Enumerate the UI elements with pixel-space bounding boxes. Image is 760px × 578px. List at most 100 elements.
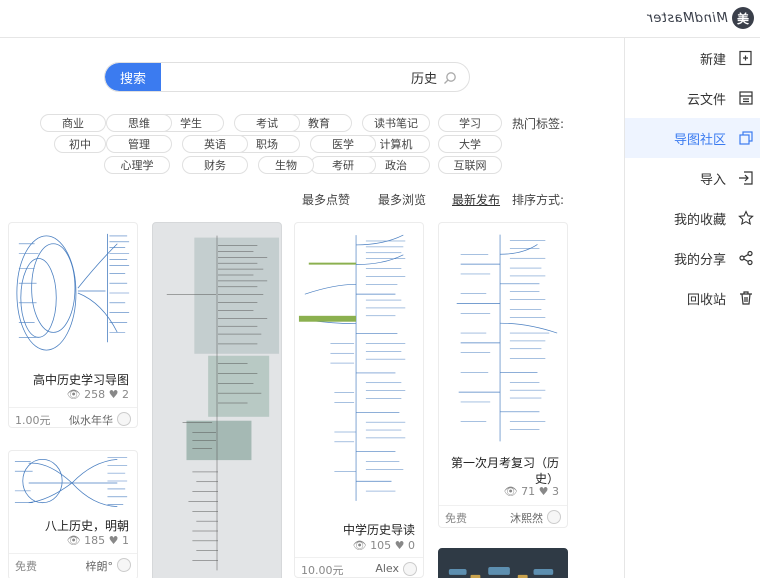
sort-newest[interactable]: 最新发布 — [452, 191, 500, 208]
tag-item[interactable]: 初中 — [54, 135, 106, 153]
brand-name: MindMaster — [647, 10, 728, 26]
views-icon: 👁 — [66, 388, 81, 401]
mindmap-card[interactable]: 高中历史学习导图 👁 258 ♥ 2 似水年华 1.00元 — [8, 222, 138, 428]
sidebar-item-trash[interactable]: 回收站 — [625, 278, 760, 318]
mindmap-card[interactable]: 八上历史，明朝 👁 185 ♥ 1 梓朗° 免费 — [8, 450, 138, 578]
view-count: 258 — [84, 388, 106, 401]
mindmap-card[interactable] — [152, 222, 282, 578]
search-button[interactable]: 搜索 — [105, 63, 161, 91]
heart-icon: ♥ — [108, 388, 119, 401]
mindmap-thumbnail — [16, 233, 130, 351]
mindmap-thumbnail — [14, 457, 128, 508]
search-input[interactable] — [197, 67, 437, 87]
sidebar-item-cloud[interactable]: 云文件 — [625, 78, 760, 118]
card-stats: 👁 71 ♥ 3 — [504, 485, 559, 498]
card-title: 中学历史导读 — [342, 523, 415, 537]
sidebar: 新建 云文件 导图社区 导入 我的收藏 我的分享 回收站 — [624, 38, 760, 578]
tag-item[interactable]: 读书笔记 — [362, 114, 430, 132]
sidebar-item-label: 我的收藏 — [673, 212, 726, 228]
tag-item[interactable]: 商业 — [40, 114, 106, 132]
sidebar-item-label: 回收站 — [686, 292, 726, 308]
avatar — [403, 562, 417, 576]
heart-icon: ♥ — [394, 539, 405, 552]
card-price: 10.00元 — [301, 564, 344, 577]
views-icon: 👁 — [503, 485, 518, 498]
heart-icon: ♥ — [108, 534, 119, 547]
tag-item[interactable]: 医学 — [310, 135, 376, 153]
view-count: 185 — [84, 534, 106, 547]
views-icon: 👁 — [66, 534, 81, 547]
mindmap-card[interactable] — [438, 548, 568, 578]
trash-icon — [738, 290, 754, 306]
search-icon — [443, 70, 457, 84]
sidebar-item-new[interactable]: 新建 — [625, 38, 760, 78]
avatar — [547, 510, 561, 524]
app-logo-icon: 美 — [732, 7, 754, 29]
heart-icon: ♥ — [538, 485, 549, 498]
sidebar-item-favorites[interactable]: 我的收藏 — [625, 198, 760, 238]
cloud-file-icon — [738, 90, 754, 106]
card-footer: 似水年华 1.00元 — [9, 407, 137, 427]
card-stats: 👁 105 ♥ 0 — [353, 539, 415, 552]
tag-item[interactable]: 财务 — [182, 156, 248, 174]
search-bar: 搜索 — [104, 62, 470, 92]
tag-item[interactable]: 考研 — [310, 156, 376, 174]
community-icon — [738, 130, 754, 146]
star-icon — [738, 210, 754, 226]
like-count: 1 — [122, 534, 129, 547]
tag-item[interactable]: 心理学 — [104, 156, 170, 174]
share-icon — [738, 250, 754, 266]
sidebar-item-label: 我的分享 — [673, 252, 726, 268]
tag-item[interactable]: 生物 — [258, 156, 314, 174]
mindmap-thumbnail — [166, 235, 280, 571]
tag-item[interactable]: 管理 — [106, 135, 172, 153]
hot-tags-label: 热门标签: — [512, 117, 565, 131]
import-icon — [738, 170, 754, 186]
tag-item[interactable]: 思维 — [106, 114, 172, 132]
views-icon: 👁 — [352, 539, 367, 552]
new-file-icon — [738, 50, 754, 66]
sort-label: 排序方式: — [512, 193, 565, 207]
app-window: { "app": { "brand": "MindMaster", "logo_… — [0, 0, 760, 578]
brand: MindMaster 美 — [647, 7, 754, 29]
mindmap-card[interactable]: 第一次月考复习（历史） 👁 71 ♥ 3 沐熙然 免费 — [438, 222, 568, 528]
mindmap-thumbnail — [448, 567, 554, 578]
card-author: 似水年华 — [69, 414, 113, 427]
tag-item[interactable]: 互联网 — [438, 156, 502, 174]
card-price: 免费 — [15, 560, 37, 573]
card-title: 高中历史学习导图 — [32, 373, 129, 387]
card-author: 沐熙然 — [510, 512, 543, 525]
like-count: 3 — [552, 485, 559, 498]
avatar — [117, 558, 131, 572]
view-count: 105 — [370, 539, 392, 552]
sidebar-item-community[interactable]: 导图社区 — [625, 118, 760, 158]
sidebar-item-label: 云文件 — [686, 92, 726, 108]
mindmap-thumbnail — [456, 234, 558, 442]
tag-item[interactable]: 英语 — [182, 135, 248, 153]
mindmap-card[interactable]: 中学历史导读 👁 105 ♥ 0 Alex 10.00元 — [294, 222, 424, 578]
sidebar-item-import[interactable]: 导入 — [625, 158, 760, 198]
sidebar-item-label: 导图社区 — [673, 132, 726, 148]
mindmap-thumbnail — [298, 234, 406, 501]
view-count: 71 — [521, 485, 536, 498]
sort-most-viewed[interactable]: 最多浏览 — [378, 191, 426, 208]
card-footer: 梓朗° 免费 — [9, 553, 137, 575]
sidebar-item-label: 导入 — [699, 172, 726, 188]
sort-most-liked[interactable]: 最多点赞 — [302, 191, 350, 208]
title-bar: MindMaster 美 — [0, 0, 760, 38]
card-stats: 👁 258 ♥ 2 — [67, 388, 129, 401]
tag-item[interactable]: 学习 — [438, 114, 502, 132]
like-count: 0 — [408, 539, 415, 552]
sidebar-item-shared[interactable]: 我的分享 — [625, 238, 760, 278]
card-author: 梓朗° — [85, 560, 114, 573]
card-title: 第一次月考复习（历史） — [450, 456, 559, 486]
card-stats: 👁 185 ♥ 1 — [67, 534, 129, 547]
card-author: Alex — [375, 562, 399, 575]
tag-item[interactable]: 大学 — [438, 135, 502, 153]
tag-item[interactable]: 考试 — [234, 114, 300, 132]
card-price: 1.00元 — [15, 414, 51, 427]
community-main: 搜索 热门标签: 学习 读书笔记 教育 考试 学生 思维 商业 大学 计算机 医… — [0, 38, 624, 578]
sidebar-item-label: 新建 — [699, 52, 726, 68]
card-footer: Alex 10.00元 — [295, 557, 423, 577]
card-price: 免费 — [445, 512, 467, 525]
